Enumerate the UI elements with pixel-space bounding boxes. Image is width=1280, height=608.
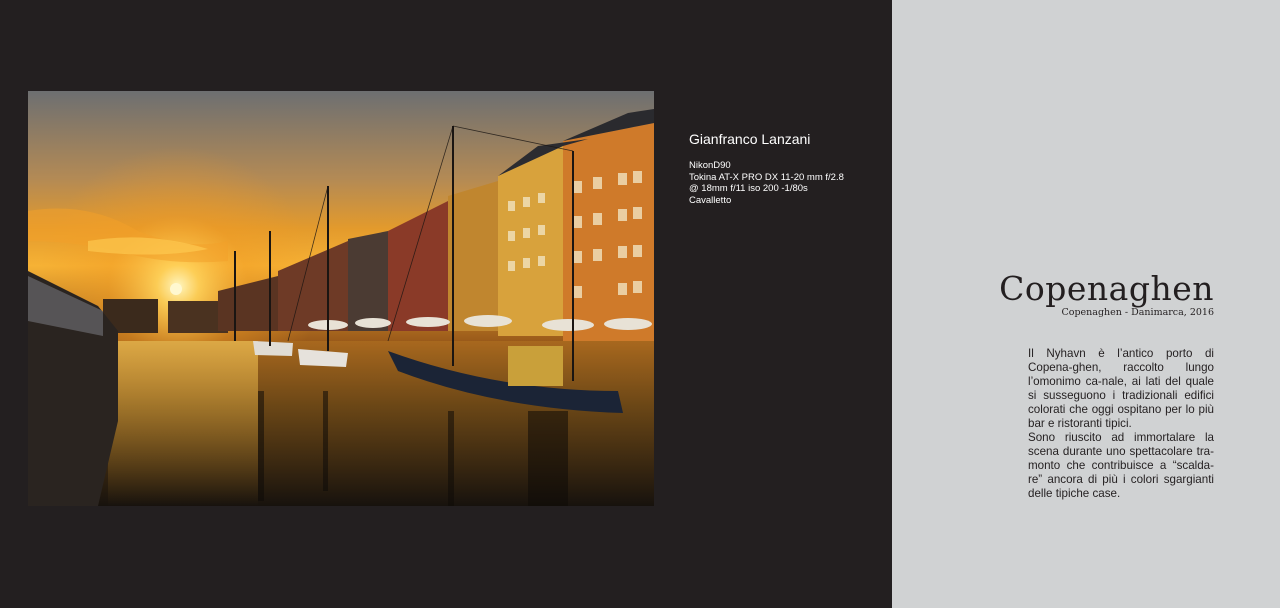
spec-camera: NikonD90 — [689, 160, 731, 171]
nyhavn-photo — [28, 91, 654, 506]
paragraph: Il Nyhavn è l’antico porto di Copena-ghe… — [1028, 347, 1214, 430]
author-name: Gianfranco Lanzani — [689, 131, 811, 147]
photo-illustration — [28, 91, 654, 506]
spec-exposure: @ 18mm f/11 iso 200 -1/80s — [689, 183, 808, 194]
left-page: Gianfranco Lanzani NikonD90 Tokina AT-X … — [0, 0, 892, 608]
page-subtitle: Copenaghen - Danimarca, 2016 — [1061, 307, 1214, 318]
article-body: Il Nyhavn è l’antico porto di Copena-ghe… — [1028, 347, 1214, 501]
camera-specs: NikonD90 Tokina AT-X PRO DX 11-20 mm f/2… — [689, 160, 879, 206]
page-title: Copenaghen — [999, 269, 1214, 308]
photo-credits: Gianfranco Lanzani NikonD90 Tokina AT-X … — [689, 130, 879, 206]
spec-support: Cavalletto — [689, 194, 732, 206]
paragraph: Sono riuscito ad immortalare la scena du… — [1028, 431, 1214, 500]
spec-lens: Tokina AT-X PRO DX 11-20 mm f/2.8 — [689, 171, 844, 183]
